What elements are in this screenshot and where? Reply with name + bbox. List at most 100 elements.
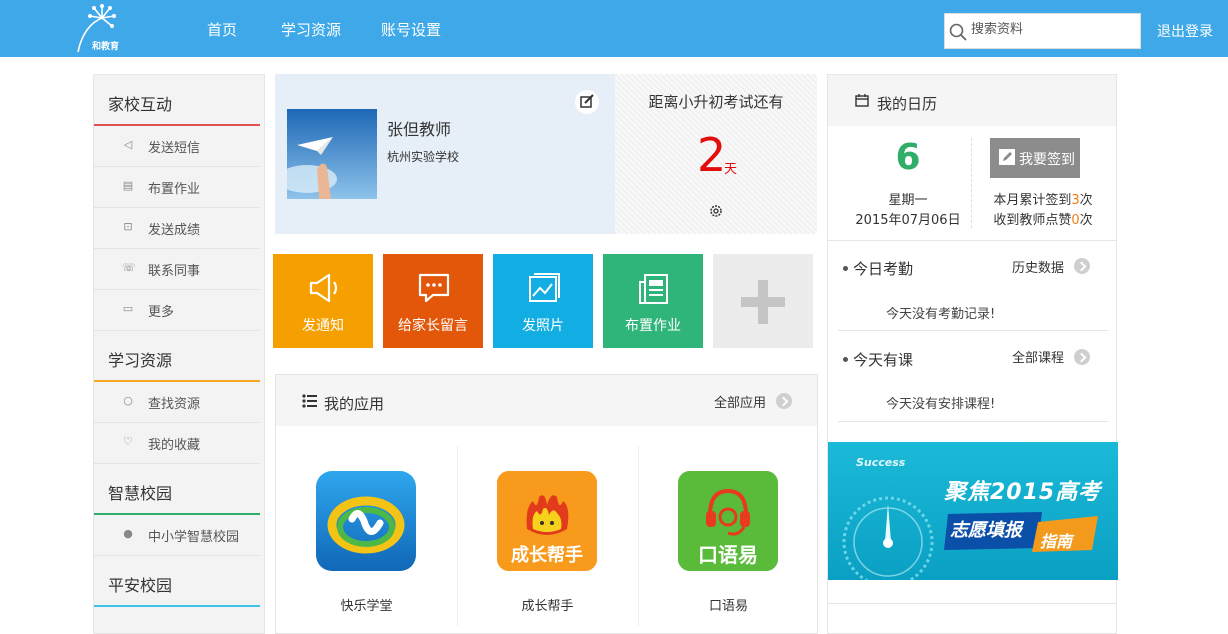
heart-icon: ♡ — [123, 435, 133, 448]
tile-label: 发通知 — [302, 318, 344, 334]
chevron-right-icon[interactable] — [1074, 349, 1090, 365]
app-icon-text: 口语易 — [698, 543, 758, 567]
teacher-name: 张但教师 — [387, 120, 452, 139]
chevron-right-icon[interactable] — [776, 393, 792, 409]
search-icon[interactable] — [949, 23, 967, 41]
all-courses-link[interactable]: 全部课程 — [1012, 347, 1064, 366]
banner-guide: 指南 — [1040, 532, 1073, 551]
countdown-days: 2 — [697, 128, 727, 182]
sidebar-item-label: 联系同事 — [148, 264, 201, 279]
user-icon: ● — [123, 527, 133, 540]
kuaile-xuetang-icon — [316, 471, 416, 571]
speaker-icon: ◁ — [123, 138, 133, 151]
sidebar-item-send-sms[interactable]: ◁ 发送短信 — [94, 126, 260, 167]
chat-icon: ▭ — [122, 302, 134, 315]
courses-title: 今天有课 — [842, 351, 914, 369]
stat-value: 0 — [1071, 213, 1080, 228]
app-label: 口语易 — [708, 599, 748, 614]
tile-send-photo[interactable]: 发照片 — [493, 254, 593, 348]
apps-header: 我的应用 全部应用 — [276, 375, 817, 426]
nav-learning-resources[interactable]: 学习资源 — [281, 19, 341, 40]
section-title-smart-campus: 智慧校园 — [108, 484, 173, 503]
calendar-title: 我的日历 — [877, 95, 938, 113]
message-icon — [418, 273, 450, 303]
school-name: 杭州实验学校 — [387, 150, 460, 164]
sidebar-item-label: 查找资源 — [148, 397, 201, 412]
sidebar-item-label: 发送短信 — [148, 141, 201, 156]
sidebar-item-label: 更多 — [148, 305, 175, 320]
chevron-right-icon[interactable] — [1074, 258, 1090, 274]
gaokao-banner[interactable]: Success 聚焦2015高考 志愿填报 指南 — [828, 442, 1118, 580]
monthly-signin-stat: 本月累计签到3次 — [978, 189, 1108, 208]
sidebar-item-find-resources[interactable]: ○ 查找资源 — [94, 382, 260, 423]
divider — [828, 240, 1116, 241]
homework-icon — [639, 274, 668, 304]
sidebar-item-label: 中小学智慧校园 — [148, 530, 240, 545]
edit-icon — [999, 149, 1015, 165]
sidebar-item-label: 我的收藏 — [148, 438, 201, 453]
nav-account-settings[interactable]: 账号设置 — [381, 19, 441, 40]
app-kuaile-xuetang[interactable]: 快乐学堂 — [276, 446, 457, 626]
calendar-icon — [855, 94, 869, 107]
nav-home[interactable]: 首页 — [207, 19, 237, 40]
calendar-day: 6 — [895, 137, 921, 178]
divider — [838, 421, 1108, 422]
apps-title: 我的应用 — [324, 395, 385, 413]
stat-unit: 次 — [1079, 213, 1093, 228]
tile-send-notice[interactable]: 发通知 — [273, 254, 373, 348]
tile-label: 布置作业 — [625, 318, 681, 334]
sidebar-item-my-favorites[interactable]: ♡ 我的收藏 — [94, 423, 260, 464]
attendance-message: 今天没有考勤记录! — [886, 307, 996, 322]
section-divider — [94, 605, 260, 607]
phone-icon: ☏ — [122, 261, 136, 274]
tile-add-shortcut[interactable] — [713, 254, 813, 348]
tile-label: 发照片 — [522, 318, 564, 334]
banner-headline: 聚焦2015高考 — [944, 480, 1102, 505]
sidebar-item-send-grades[interactable]: ⊡ 发送成绩 — [94, 208, 260, 249]
divider — [971, 138, 972, 228]
exam-countdown: 距离小升初考试还有 2 天 — [615, 74, 817, 234]
gauge-icon — [842, 496, 934, 580]
chengzhang-bangshou-icon: 成长帮手 — [497, 471, 597, 571]
stat-label: 收到教师点赞 — [993, 213, 1072, 228]
sidebar-item-label: 发送成绩 — [148, 223, 201, 238]
calendar-weekday: 星期一 — [888, 193, 928, 208]
section-title-learning-resources: 学习资源 — [108, 351, 173, 370]
courses-message: 今天没有安排课程! — [886, 397, 996, 412]
divider — [838, 330, 1108, 331]
section-title-safe-campus: 平安校园 — [108, 576, 173, 595]
countdown-unit: 天 — [724, 162, 738, 177]
countdown-title: 距离小升初考试还有 — [648, 93, 784, 111]
logout-link[interactable]: 退出登录 — [1157, 21, 1213, 41]
megaphone-icon — [309, 273, 338, 303]
history-data-link[interactable]: 历史数据 — [1012, 257, 1064, 276]
settings-gear-icon[interactable] — [709, 204, 723, 218]
kouyuyi-icon: 口语易 — [678, 471, 778, 571]
banner-subtitle: 志愿填报 — [950, 520, 1022, 541]
inbox-icon: ⊡ — [123, 220, 133, 233]
app-kouyuyi[interactable]: 口语易 口语易 — [638, 446, 819, 626]
sidebar-item-contact-colleagues[interactable]: ☏ 联系同事 — [94, 249, 260, 290]
tile-assign-homework[interactable]: 布置作业 — [603, 254, 703, 348]
my-apps-panel: 我的应用 全部应用 快乐学堂 成长帮手 成长帮手 口语易 口语易 — [275, 374, 818, 634]
avatar[interactable] — [287, 109, 377, 199]
sign-in-button[interactable]: 我要签到 — [990, 138, 1080, 178]
app-chengzhang-bangshou[interactable]: 成长帮手 成长帮手 — [457, 446, 638, 626]
app-label: 成长帮手 — [521, 599, 574, 614]
sidebar-item-label: 布置作业 — [148, 182, 201, 197]
sidebar-item-more[interactable]: ▭ 更多 — [94, 290, 260, 331]
logo-text: 和教育 — [92, 42, 120, 52]
sidebar-item-assign-homework[interactable]: ▤ 布置作业 — [94, 167, 260, 208]
sidebar-item-smart-campus[interactable]: ● 中小学智慧校园 — [94, 515, 260, 556]
attendance-title: 今日考勤 — [842, 260, 914, 278]
divider — [828, 603, 1116, 604]
search-input[interactable] — [971, 22, 1131, 37]
list-icon — [302, 394, 317, 408]
edit-profile-button[interactable] — [575, 90, 599, 114]
app-label: 快乐学堂 — [340, 599, 393, 614]
sidebar: 家校互动 ◁ 发送短信 ▤ 布置作业 ⊡ 发送成绩 ☏ 联系同事 ▭ 更多 学习资源 ○ 查… — [93, 74, 265, 634]
likes-stat: 收到教师点赞0次 — [978, 209, 1108, 228]
plus-icon — [741, 280, 785, 324]
all-apps-link[interactable]: 全部应用 — [714, 392, 766, 411]
tile-leave-message[interactable]: 给家长留言 — [383, 254, 483, 348]
